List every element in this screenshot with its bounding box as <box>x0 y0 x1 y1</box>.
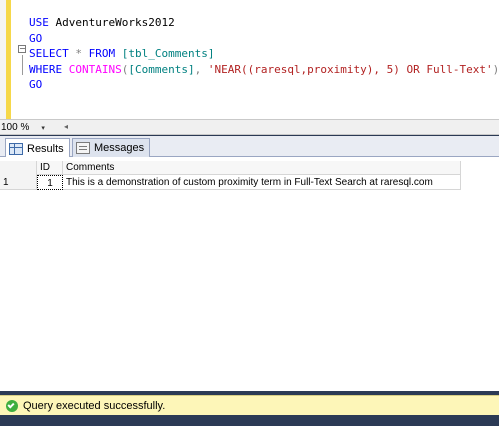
row-number-header <box>0 161 37 175</box>
results-grid[interactable]: ID Comments 1 1 This is a demonstration … <box>0 161 461 190</box>
identifier: [tbl_Comments] <box>115 47 215 60</box>
operator: * <box>68 47 89 60</box>
zoom-value: 100 % <box>1 122 30 133</box>
query-editor[interactable]: − USE AdventureWorks2012 GO SELECT * FRO… <box>0 0 499 119</box>
zoom-strip: 100 % ▾ ◂ <box>0 119 499 135</box>
messages-icon <box>76 142 90 154</box>
column-header-comments[interactable]: Comments <box>63 161 461 175</box>
keyword: SELECT <box>29 47 69 60</box>
status-bar: Query executed successfully. <box>0 395 499 415</box>
code-line-3: SELECT * FROM [tbl_Comments] <box>29 46 499 62</box>
results-grid-panel[interactable]: ID Comments 1 1 This is a demonstration … <box>0 157 499 391</box>
zoom-dropdown[interactable]: 100 % ▾ <box>1 121 45 134</box>
tab-results[interactable]: Results <box>5 138 70 158</box>
row-number[interactable]: 1 <box>0 175 37 190</box>
code-text: AdventureWorks2012 <box>48 16 175 29</box>
column-header-id[interactable]: ID <box>37 161 63 175</box>
chevron-down-icon: ▾ <box>41 124 45 132</box>
operator: , <box>194 62 208 76</box>
cell-id[interactable]: 1 <box>37 175 63 190</box>
keyword: GO <box>29 78 43 91</box>
tab-messages[interactable]: Messages <box>72 138 151 157</box>
keyword: GO <box>29 31 43 45</box>
code-line-1: USE AdventureWorks2012 <box>29 15 499 31</box>
outline-guide <box>22 55 23 75</box>
results-tabs: Results Messages <box>0 136 499 158</box>
tab-label: Messages <box>94 142 145 154</box>
change-tracking-bar <box>6 0 11 119</box>
success-check-icon <box>6 399 18 412</box>
grid-header: ID Comments <box>0 161 461 175</box>
operator: ) <box>492 62 499 76</box>
code-line-4: WHERE CONTAINS([Comments], 'NEAR((raresq… <box>29 62 499 78</box>
function-name: CONTAINS <box>62 62 122 76</box>
identifier: [Comments] <box>128 62 195 76</box>
table-row[interactable]: 1 1 This is a demonstration of custom pr… <box>0 175 461 190</box>
string-literal: 'NEAR((raresql,proximity), 5) OR Full-Te… <box>207 62 493 76</box>
cell-comments[interactable]: This is a demonstration of custom proxim… <box>63 175 461 190</box>
results-grid-icon <box>9 142 23 155</box>
collapse-region-toggle[interactable]: − <box>18 45 26 53</box>
code-line-5: GO <box>29 77 499 93</box>
code-lines[interactable]: USE AdventureWorks2012 GO SELECT * FROM … <box>29 15 499 93</box>
code-line-2: GO <box>29 31 499 47</box>
scroll-left-icon[interactable]: ◂ <box>64 122 68 131</box>
keyword: FROM <box>88 47 116 60</box>
keyword: WHERE <box>29 62 63 76</box>
status-text: Query executed successfully. <box>23 399 166 412</box>
keyword: USE <box>29 16 49 29</box>
tab-label: Results <box>27 142 64 155</box>
